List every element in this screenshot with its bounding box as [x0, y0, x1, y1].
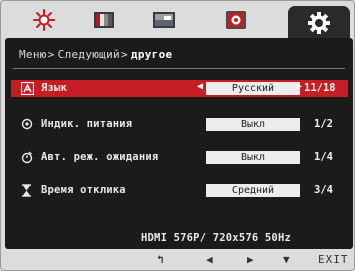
value-right-arrow[interactable]: ▶ — [296, 81, 302, 92]
button-hint-bar: ↰ ◀ ▶ ▼ EXIT — [1, 251, 354, 270]
gear-icon — [308, 12, 330, 34]
setting-label: Время отклика — [41, 184, 126, 196]
setting-page-counter: 1/2 — [314, 118, 333, 130]
setting-row-language[interactable]: Язык ◀ Русский ▶ 11/18 — [11, 80, 348, 97]
color-bars-icon — [93, 12, 114, 28]
setting-value[interactable]: Выкл — [206, 151, 300, 164]
standby-timer-icon — [21, 151, 35, 164]
power-led-icon — [21, 118, 35, 131]
setting-label: Авт. реж. ожидания — [41, 151, 159, 163]
setting-row-response-time[interactable]: Время отклика Средний 3/4 — [11, 182, 348, 199]
input-source-icon — [225, 11, 246, 29]
breadcrumb-current: другое — [130, 48, 173, 61]
value-left-arrow[interactable]: ◀ — [197, 81, 203, 92]
signal-status: HDMI 576P/ 720x576 50Hz — [141, 232, 291, 244]
breadcrumb-separator: > — [120, 48, 128, 61]
down-button[interactable]: ▼ — [283, 253, 290, 266]
back-button[interactable]: ↰ — [157, 253, 164, 266]
tab-other[interactable] — [288, 6, 350, 40]
setting-label: Язык — [41, 82, 68, 94]
exit-button[interactable]: EXIT — [318, 253, 349, 266]
header-divider — [13, 68, 345, 69]
sun-icon — [32, 9, 55, 31]
setting-value[interactable]: Средний — [206, 184, 300, 197]
hourglass-icon — [21, 184, 35, 197]
setting-page-counter: 3/4 — [314, 184, 333, 196]
osd-panel: Меню> Следующий> другое Язык ◀ Русский ▶ 1… — [5, 38, 353, 249]
setting-value[interactable]: Русский — [206, 82, 300, 95]
tab-input-source[interactable] — [207, 3, 264, 37]
menu-tab-bar — [5, 3, 353, 40]
left-button[interactable]: ◀ — [206, 253, 213, 266]
setting-page-counter: 11/18 — [304, 82, 336, 94]
tab-color[interactable] — [75, 3, 132, 37]
right-button[interactable]: ▶ — [247, 253, 254, 266]
breadcrumb-menu: Меню — [19, 48, 47, 61]
setting-page-counter: 1/4 — [314, 151, 333, 163]
setting-value[interactable]: Выкл — [206, 118, 300, 131]
language-icon — [21, 82, 35, 95]
tab-brightness[interactable] — [15, 3, 72, 37]
setting-row-auto-standby[interactable]: Авт. реж. ожидания Выкл 1/4 — [11, 149, 348, 166]
osd-screen: Меню> Следующий> другое Язык ◀ Русский ▶ 1… — [0, 0, 355, 271]
breadcrumb: Меню> Следующий> другое — [19, 48, 172, 62]
picture-icon — [152, 12, 175, 28]
breadcrumb-separator: > — [47, 48, 55, 61]
setting-row-power-indicator[interactable]: Индик. питания Выкл 1/2 — [11, 116, 348, 133]
breadcrumb-next: Следующий — [57, 48, 120, 61]
tab-picture[interactable] — [135, 3, 192, 37]
setting-label: Индик. питания — [41, 118, 133, 130]
